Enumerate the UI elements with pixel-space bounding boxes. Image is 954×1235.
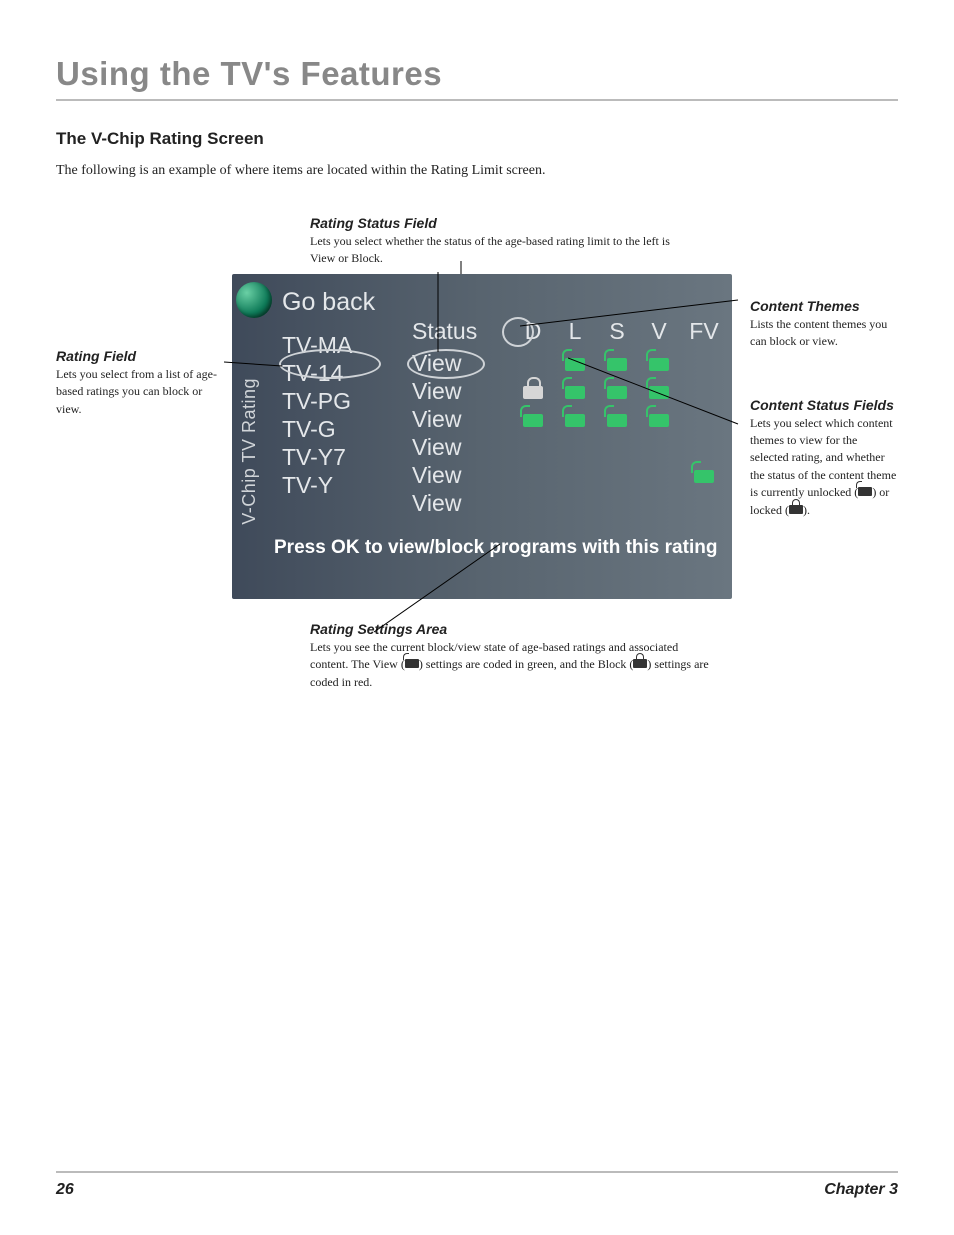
sidebar-label: V-Chip TV Rating <box>239 378 260 525</box>
lock-cell[interactable] <box>554 378 596 406</box>
status-cell[interactable]: View <box>412 489 477 517</box>
unlock-icon <box>565 412 585 428</box>
page-number: 26 <box>56 1181 74 1199</box>
unlock-icon <box>565 384 585 400</box>
lock-row <box>512 406 728 434</box>
rating-column: Go back TV-MATV-14TV-PGTV-GTV-Y7TV-Y <box>282 288 375 499</box>
status-header: Status <box>412 318 477 345</box>
rating-item[interactable]: TV-Y7 <box>282 443 375 471</box>
lock-row <box>512 490 728 518</box>
rating-field-title: Rating Field <box>56 348 224 364</box>
rating-item[interactable]: TV-G <box>282 415 375 443</box>
lock-cell <box>680 406 728 434</box>
sidebar: V-Chip TV Rating <box>232 274 266 599</box>
selection-indicator <box>502 317 534 347</box>
lock-cell <box>512 350 554 378</box>
page-footer: 26 Chapter 3 <box>56 1171 898 1199</box>
selection-indicator <box>407 349 485 379</box>
lock-cell[interactable] <box>596 378 638 406</box>
rating-status-body: Lets you select whether the status of th… <box>310 233 670 268</box>
lock-row <box>512 350 728 378</box>
theme-headers: DLSVFV <box>512 318 728 345</box>
unlock-icon <box>649 356 669 372</box>
status-cell[interactable]: View <box>412 377 477 405</box>
lock-cell <box>596 434 638 462</box>
lock-cell[interactable] <box>554 350 596 378</box>
content-themes-title: Content Themes <box>750 298 898 314</box>
instruction-bar: Press OK to view/block programs with thi… <box>274 537 726 559</box>
status-cell[interactable]: View <box>412 405 477 433</box>
section-title: The V-Chip Rating Screen <box>56 129 898 149</box>
lock-cell <box>680 378 728 406</box>
status-cell[interactable]: View <box>412 461 477 489</box>
lock-cell <box>638 434 680 462</box>
unlock-icon <box>607 412 627 428</box>
rating-field-body: Lets you select from a list of age-based… <box>56 366 224 418</box>
lock-icon <box>789 504 803 516</box>
lock-cell[interactable] <box>638 378 680 406</box>
status-column: Status ViewViewViewViewViewView <box>412 318 477 517</box>
unlock-icon <box>858 486 872 498</box>
theme-header-cell: V <box>638 318 680 345</box>
lock-cell[interactable] <box>554 406 596 434</box>
lock-icon <box>633 658 647 670</box>
unlock-icon <box>607 384 627 400</box>
lock-cell[interactable] <box>680 462 728 490</box>
rating-item[interactable]: TV-Y <box>282 471 375 499</box>
content-status-grid <box>512 350 728 518</box>
lock-cell <box>512 490 554 518</box>
unlock-icon <box>607 356 627 372</box>
lock-cell[interactable] <box>638 350 680 378</box>
unlock-icon <box>694 468 714 484</box>
unlock-icon <box>405 658 419 670</box>
lock-cell <box>554 490 596 518</box>
lock-cell <box>596 462 638 490</box>
theme-header-cell: S <box>596 318 638 345</box>
lock-cell <box>554 462 596 490</box>
go-back-item[interactable]: Go back <box>282 288 375 317</box>
status-cell[interactable]: View <box>412 433 477 461</box>
unlock-icon <box>649 412 669 428</box>
intro-paragraph: The following is an example of where ite… <box>56 163 898 179</box>
theme-header-cell: L <box>554 318 596 345</box>
lock-cell[interactable] <box>512 378 554 406</box>
chapter-title: Using the TV's Features <box>56 55 898 93</box>
lock-icon <box>523 384 543 400</box>
lock-cell[interactable] <box>596 350 638 378</box>
title-rule <box>56 99 898 101</box>
globe-icon <box>236 282 272 318</box>
selection-indicator <box>279 349 381 379</box>
unlock-icon <box>565 356 585 372</box>
content-status-title: Content Status Fields <box>750 397 898 413</box>
lock-cell <box>638 490 680 518</box>
lock-cell <box>680 490 728 518</box>
rating-status-title: Rating Status Field <box>310 215 898 231</box>
lock-cell <box>680 350 728 378</box>
rating-item[interactable]: TV-PG <box>282 387 375 415</box>
content-status-body: Lets you select which content themes to … <box>750 415 898 519</box>
lock-row <box>512 378 728 406</box>
unlock-icon <box>523 412 543 428</box>
lock-cell[interactable] <box>638 406 680 434</box>
lock-cell <box>512 434 554 462</box>
lock-cell <box>596 490 638 518</box>
lock-cell <box>512 462 554 490</box>
lock-cell <box>680 434 728 462</box>
unlock-icon <box>649 384 669 400</box>
lock-cell[interactable] <box>596 406 638 434</box>
content-themes-body: Lists the content themes you can block o… <box>750 316 898 351</box>
chapter-label: Chapter 3 <box>824 1181 898 1199</box>
rating-settings-title: Rating Settings Area <box>310 621 710 637</box>
lock-cell <box>554 434 596 462</box>
lock-cell[interactable] <box>512 406 554 434</box>
lock-cell <box>638 462 680 490</box>
lock-row <box>512 462 728 490</box>
rating-settings-body: Lets you see the current block/view stat… <box>310 639 710 691</box>
vchip-screenshot: V-Chip TV Rating Go back TV-MATV-14TV-PG… <box>232 274 732 599</box>
theme-header-cell: FV <box>680 318 728 345</box>
lock-row <box>512 434 728 462</box>
